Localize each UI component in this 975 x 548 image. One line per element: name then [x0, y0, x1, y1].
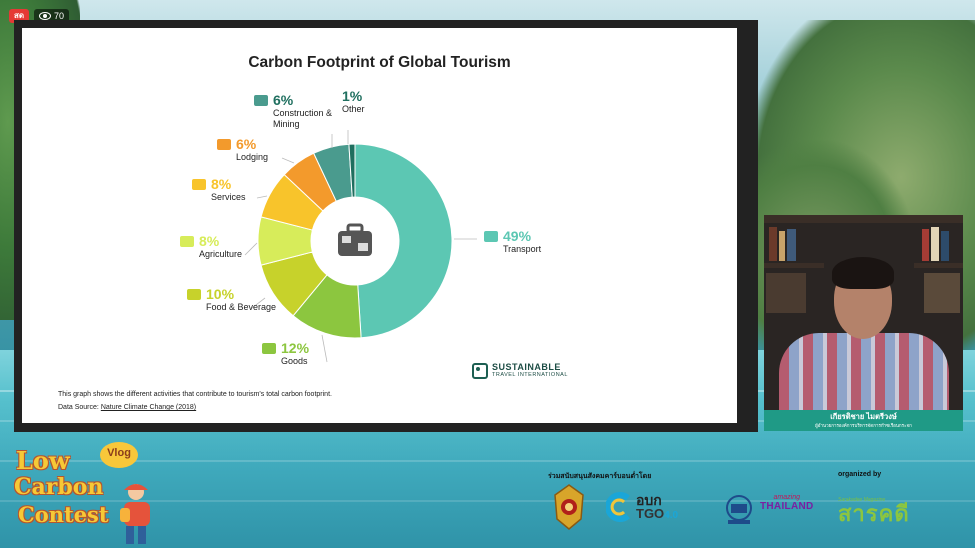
- logo-low: Low: [16, 446, 70, 475]
- slice-percent: 6%: [273, 92, 294, 108]
- presenter-shirt: [779, 333, 949, 413]
- slice-percent: 6%: [236, 136, 257, 152]
- webcam-feed: เกียรติชาย ไมตรีวงษ์ ผู้อำนวยการองค์การบ…: [764, 215, 963, 431]
- tgo-version: 4.0: [664, 509, 679, 521]
- logo-line1: SUSTAINABLE: [492, 362, 561, 372]
- logo-line2: TRAVEL INTERNATIONAL: [492, 372, 568, 378]
- slice-percent: 8%: [211, 176, 232, 192]
- source-label: Data Source:: [58, 404, 99, 411]
- airplane-icon: [484, 231, 498, 242]
- amazing-thailand-logo: amazing THAILAND: [760, 494, 814, 512]
- slice-category: Goods: [281, 356, 308, 366]
- slice-category: Agriculture: [199, 249, 243, 259]
- presenter-name: เกียรติชาย ไมตรีวงษ์: [830, 412, 897, 421]
- sustainable-travel-logo: SUSTAINABLE TRAVEL INTERNATIONAL: [472, 363, 568, 379]
- slice-label-services: 8% Services: [192, 176, 291, 203]
- slice-percent: 8%: [199, 233, 220, 249]
- food-icon: [187, 289, 201, 300]
- tgo-text: TGO: [636, 505, 665, 521]
- slide-scrollbar[interactable]: [746, 20, 758, 432]
- slice-percent: 1%: [342, 88, 363, 104]
- slide-caption: This graph shows the different activitie…: [58, 388, 332, 414]
- slice-category: Food & Beverage: [206, 302, 277, 312]
- slice-label-food-beverage: 10% Food & Beverage: [187, 286, 286, 313]
- crane-icon: [254, 95, 268, 106]
- presenter-hair: [832, 257, 894, 289]
- slice-category: Services: [211, 192, 246, 202]
- slice-label-goods: 12% Goods: [262, 340, 361, 367]
- slice-category: Other: [342, 104, 365, 114]
- amazing-text: amazing: [773, 494, 800, 501]
- slice-category: Lodging: [236, 152, 269, 162]
- tgo-mark-icon: [606, 492, 630, 522]
- slice-label-agriculture: 8% Agriculture: [180, 233, 279, 260]
- slice-label-other: 1% Other: [342, 88, 422, 115]
- presentation-slide: Carbon Footprint of Global Tourism 49% Tr…: [22, 28, 737, 423]
- organized-by-label: organized by: [838, 471, 882, 478]
- bed-icon: [217, 139, 231, 150]
- slice-percent: 49%: [503, 228, 532, 244]
- logo-carbon: Carbon: [14, 474, 104, 500]
- slice-category: Construction & Mining: [273, 108, 333, 129]
- logo-contest: Contest: [18, 502, 109, 527]
- slice-label-construction-mining: 6% Construction & Mining: [254, 92, 353, 130]
- services-icon: [192, 179, 206, 190]
- slice-label-transport: 49% Transport: [484, 228, 583, 255]
- sponsor-heading: ร่วมสนับสนุนสังคมคาร์บอนต่ำโดย: [548, 473, 652, 480]
- slice-label-lodging: 6% Lodging: [217, 136, 316, 163]
- sti-logo-icon: [472, 363, 488, 379]
- caption-source: Data Source: Nature Climate Change (2018…: [58, 401, 332, 414]
- source-link[interactable]: Nature Climate Change (2018): [101, 404, 196, 411]
- sarakadee-logo: Sarakadee Magazine สารคดี: [838, 497, 910, 525]
- caption-text: This graph shows the different activitie…: [58, 391, 332, 398]
- low-carbon-vlog-logo: Vlog Low Carbon Contest: [14, 442, 164, 546]
- slice-category: Transport: [503, 244, 542, 254]
- tgo-logo: อบก TGO4.0: [606, 492, 678, 522]
- vlog-badge: Vlog: [100, 442, 138, 468]
- dcce-logo: [726, 495, 752, 524]
- sarakadee-text: สารคดี: [838, 501, 910, 526]
- wheat-icon: [180, 236, 194, 247]
- presenter-title: ผู้อำนวยการองค์การบริหารจัดการก๊าซเรือนก…: [815, 423, 912, 428]
- slice-percent: 12%: [281, 340, 310, 356]
- presenter-nameplate: เกียรติชาย ไมตรีวงษ์ ผู้อำนวยการองค์การบ…: [764, 410, 963, 431]
- slice-percent: 10%: [206, 286, 235, 302]
- ministry-seal-logo: [554, 484, 584, 530]
- thailand-text: THAILAND: [760, 501, 814, 512]
- eye-icon: [39, 12, 51, 20]
- shirt-icon: [262, 343, 276, 354]
- traveler-illustration: [120, 484, 150, 544]
- tgo-thai: อบก: [636, 491, 662, 508]
